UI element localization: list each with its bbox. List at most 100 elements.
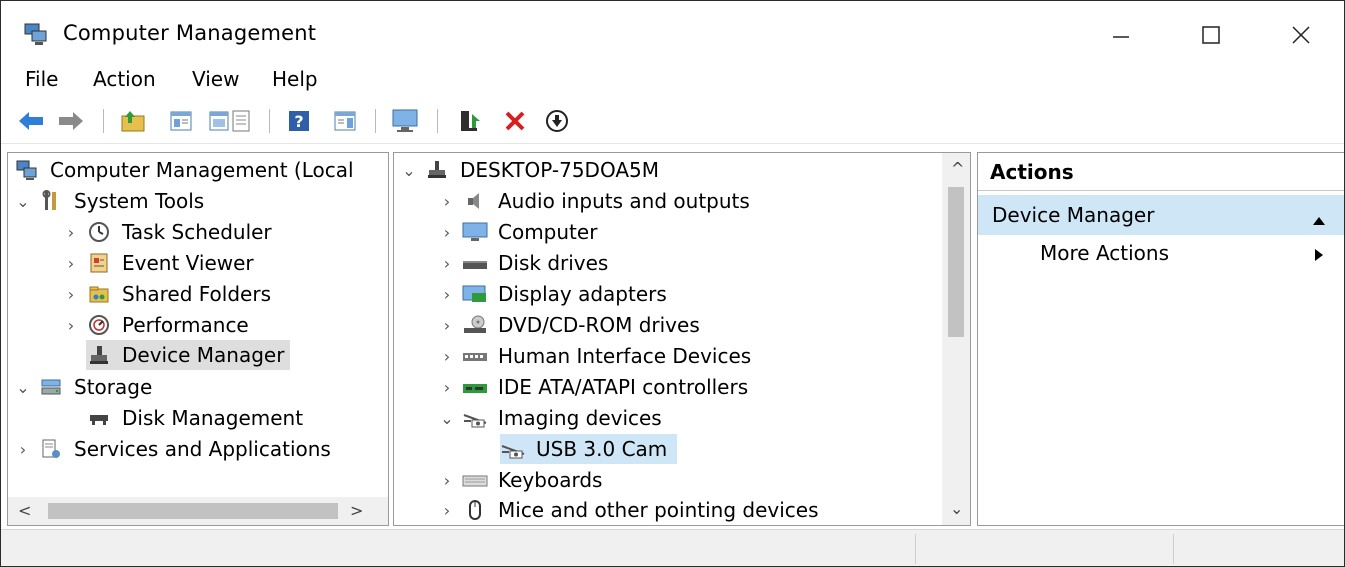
chevron-right-icon[interactable]: › (62, 223, 80, 242)
actions-section-device-manager[interactable]: Device Manager (978, 195, 1344, 235)
enable-device-icon[interactable] (543, 107, 571, 135)
chevron-right-icon[interactable]: › (438, 254, 456, 273)
toolbar: ? (1, 101, 1344, 144)
device-category-label: Disk drives (498, 251, 609, 275)
chevron-right-icon[interactable]: › (438, 471, 456, 490)
tree-item-performance[interactable]: › Performance (62, 310, 249, 340)
chevron-right-icon[interactable]: › (438, 192, 456, 211)
more-actions-label: More Actions (1040, 241, 1169, 265)
device-category-label: Audio inputs and outputs (498, 189, 750, 213)
camera-icon (500, 436, 526, 462)
window-title: Computer Management (63, 21, 317, 45)
menu-bar: File Action View Help (1, 63, 1344, 97)
up-folder-icon[interactable] (119, 107, 147, 135)
device-usb-cam[interactable]: USB 3.0 Cam (500, 434, 678, 464)
device-category[interactable]: › Mice and other pointing devices (438, 495, 819, 525)
action-pane-icon[interactable] (331, 107, 359, 135)
tree-item-shared-folders[interactable]: › Shared Folders (62, 279, 271, 309)
chevron-down-icon[interactable]: ⌄ (14, 192, 32, 211)
tree-item-services-applications[interactable]: › Services and Applications (14, 434, 331, 464)
ide-controller-icon (462, 374, 488, 400)
chevron-right-icon[interactable]: › (438, 316, 456, 335)
chevron-right-icon[interactable]: › (438, 285, 456, 304)
chevron-right-icon[interactable]: › (438, 501, 456, 520)
tree-item-label: Computer Management (Local (50, 158, 354, 182)
scroll-down-icon[interactable]: ⌄ (950, 499, 963, 518)
chevron-right-icon[interactable]: › (438, 223, 456, 242)
tools-icon (38, 188, 64, 214)
tree-item-label: Event Viewer (122, 251, 254, 275)
camera-icon (462, 405, 488, 431)
export-list-icon[interactable] (227, 107, 255, 135)
menu-file[interactable]: File (25, 67, 58, 91)
mouse-icon (462, 497, 488, 523)
vertical-scrollbar[interactable]: ^ ⌄ (942, 153, 970, 525)
storage-icon (38, 374, 64, 400)
chevron-right-icon[interactable]: › (438, 378, 456, 397)
device-category[interactable]: › Keyboards (438, 465, 603, 495)
close-button[interactable] (1279, 15, 1323, 55)
update-driver-icon[interactable] (457, 107, 485, 135)
scrollbar-thumb[interactable] (48, 503, 338, 519)
scroll-up-icon[interactable]: ^ (951, 159, 964, 178)
minimize-button[interactable] (1099, 15, 1143, 55)
computer-name: DESKTOP-75DOA5M (460, 158, 659, 182)
status-bar (1, 529, 1344, 566)
chevron-down-icon[interactable]: ⌄ (438, 409, 456, 428)
submenu-right-icon[interactable] (1314, 247, 1324, 266)
menu-view[interactable]: View (192, 67, 239, 91)
tree-item-disk-management[interactable]: Disk Management (86, 403, 303, 433)
device-category[interactable]: › Audio inputs and outputs (438, 186, 750, 216)
toolbar-separator (437, 109, 438, 133)
tree-item-root[interactable]: Computer Management (Local (14, 155, 354, 185)
horizontal-scrollbar[interactable]: < > (8, 497, 388, 525)
toolbar-separator (375, 109, 376, 133)
monitor-icon[interactable] (391, 107, 419, 135)
device-category-label: Mice and other pointing devices (498, 498, 819, 522)
device-category[interactable]: › Disk drives (438, 248, 609, 278)
back-arrow-icon[interactable] (17, 107, 45, 135)
chevron-right-icon[interactable]: › (62, 285, 80, 304)
tree-item-label: Storage (74, 375, 153, 399)
device-category[interactable]: › DVD/CD-ROM drives (438, 310, 700, 340)
device-category-imaging[interactable]: ⌄ Imaging devices (438, 403, 661, 433)
uninstall-x-icon[interactable] (501, 107, 529, 135)
chevron-right-icon[interactable]: › (62, 316, 80, 335)
shared-folders-icon (86, 281, 112, 307)
device-category[interactable]: › Display adapters (438, 279, 667, 309)
device-category-label: Keyboards (498, 468, 603, 492)
device-root[interactable]: ⌄ DESKTOP-75DOA5M (400, 155, 659, 185)
chevron-right-icon[interactable]: › (14, 440, 32, 459)
chevron-right-icon[interactable]: › (62, 254, 80, 273)
scroll-left-icon[interactable]: < (18, 501, 31, 520)
menu-help[interactable]: Help (272, 67, 318, 91)
device-category[interactable]: › Human Interface Devices (438, 341, 751, 371)
clock-icon (86, 219, 112, 245)
tree-item-device-manager[interactable]: Device Manager (86, 340, 291, 370)
collapse-up-icon[interactable] (1312, 207, 1326, 231)
more-actions-item[interactable]: More Actions (1040, 241, 1169, 265)
chevron-down-icon[interactable]: ⌄ (400, 161, 418, 180)
show-hide-console-tree-icon[interactable] (167, 107, 195, 135)
menu-action[interactable]: Action (93, 67, 156, 91)
chevron-down-icon[interactable]: ⌄ (14, 378, 32, 397)
computer-management-icon (14, 157, 40, 183)
tree-item-event-viewer[interactable]: › Event Viewer (62, 248, 254, 278)
toolbar-separator (269, 109, 270, 133)
scrollbar-thumb[interactable] (948, 187, 964, 337)
chevron-right-icon[interactable]: › (438, 347, 456, 366)
device-category-label: Human Interface Devices (498, 344, 752, 368)
tree-item-system-tools[interactable]: ⌄ System Tools (14, 186, 204, 216)
scroll-right-icon[interactable]: > (350, 501, 363, 520)
device-category[interactable]: › IDE ATA/ATAPI controllers (438, 372, 748, 402)
forward-arrow-icon[interactable] (57, 107, 85, 135)
tree-item-storage[interactable]: ⌄ Storage (14, 372, 152, 402)
tree-item-label: Device Manager (122, 343, 285, 367)
status-divider (1173, 534, 1175, 564)
tree-item-task-scheduler[interactable]: › Task Scheduler (62, 217, 272, 247)
maximize-button[interactable] (1189, 15, 1233, 55)
disk-management-icon (86, 405, 112, 431)
help-icon[interactable]: ? (285, 107, 313, 135)
actions-title: Actions (978, 153, 1344, 191)
device-category[interactable]: › Computer (438, 217, 598, 247)
